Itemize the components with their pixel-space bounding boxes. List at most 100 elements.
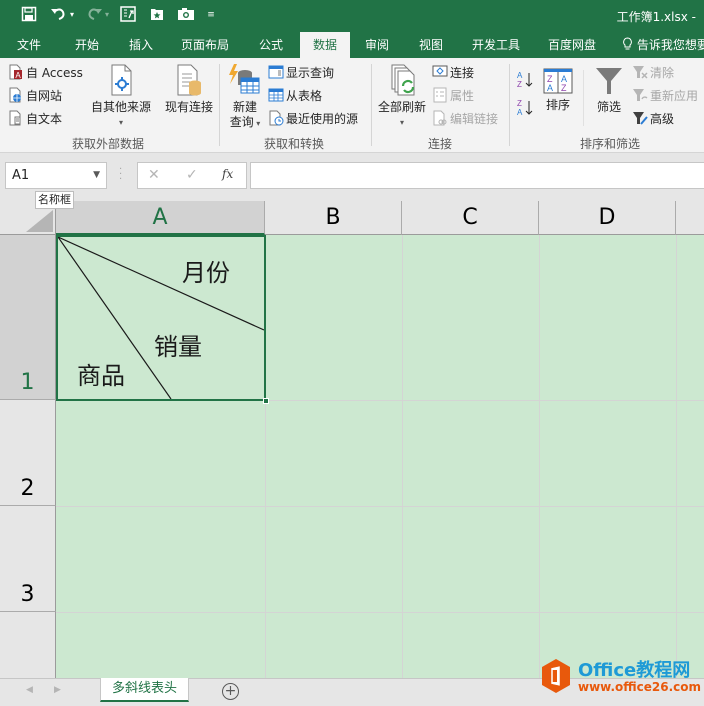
svg-text:A: A <box>517 108 523 117</box>
tab-view[interactable]: 视图 <box>410 32 452 58</box>
filter-icon <box>596 68 622 94</box>
column-header-d[interactable]: D <box>539 201 676 235</box>
sort-button[interactable]: ZAAZ 排序 <box>541 68 575 113</box>
show-queries-icon <box>268 65 284 79</box>
properties-button: 属性 <box>432 87 474 105</box>
tab-data[interactable]: 数据 <box>300 32 350 58</box>
new-query-icon <box>229 64 260 94</box>
from-text-button[interactable]: 自文本 <box>8 110 62 128</box>
ribbon-data: A自 Access 自网站 自文本 自其他来源 ▾ 现有连接 获取外部数据 新建… <box>0 58 704 153</box>
cell-a1[interactable]: 月份 销量 商品 <box>56 235 269 404</box>
tab-insert[interactable]: 插入 <box>118 32 164 58</box>
group-label-get-transform: 获取和转换 <box>264 137 325 151</box>
formula-input[interactable] <box>250 162 704 189</box>
tab-developer[interactable]: 开发工具 <box>464 32 528 58</box>
sort-az-icon: AZ <box>517 71 533 89</box>
camera-icon[interactable] <box>177 6 195 24</box>
tell-me-search[interactable]: 告诉我您想要 <box>622 32 704 58</box>
from-other-sources-button[interactable]: 自其他来源 ▾ <box>90 64 152 130</box>
svg-text:Z: Z <box>517 99 522 108</box>
column-header-a[interactable]: A <box>56 201 265 235</box>
recent-sources-button[interactable]: 最近使用的源 <box>268 110 358 128</box>
from-access-button[interactable]: A自 Access <box>8 64 83 82</box>
svg-text:Z: Z <box>561 83 567 93</box>
group-label-connections: 连接 <box>428 137 453 151</box>
other-sources-icon <box>111 64 132 96</box>
lightbulb-icon <box>623 37 632 50</box>
properties-icon <box>433 87 447 103</box>
insert-function-icon[interactable]: fx <box>222 167 233 181</box>
row-header-1[interactable]: 1 <box>0 235 56 400</box>
connections-button[interactable]: 连接 <box>432 64 474 82</box>
undo-dropdown-icon[interactable]: ▾ <box>68 6 76 24</box>
ribbon-tabs: 文件 开始 插入 页面布局 公式 数据 审阅 视图 开发工具 百度网盘 告诉我您… <box>0 32 704 58</box>
name-box[interactable]: A1 ▼ <box>5 162 107 189</box>
dropdown-arrow-icon: ▾ <box>253 119 261 128</box>
new-query-button[interactable]: 新建 查询 ▾ <box>224 64 266 131</box>
enter-icon[interactable]: ✓ <box>186 167 198 183</box>
refresh-all-button[interactable]: 全部刷新 ▾ <box>376 64 428 130</box>
formula-bar: A1 ▼ · · · ✕ ✓ fx <box>0 153 704 201</box>
tell-me-text: 告诉我您想要 <box>636 38 704 52</box>
text-file-icon <box>9 110 21 126</box>
svg-text:Z: Z <box>517 80 522 89</box>
row-header-3[interactable]: 3 <box>0 506 56 612</box>
clear-filter-icon <box>633 66 648 79</box>
scroll-left-icon[interactable]: ◀ <box>26 685 33 695</box>
edit-links-icon <box>433 110 447 126</box>
customize-qat-icon[interactable]: ≡ <box>206 6 216 24</box>
column-header-c[interactable]: C <box>402 201 539 235</box>
dropdown-arrow-icon: ▾ <box>399 118 404 127</box>
cancel-icon[interactable]: ✕ <box>148 167 160 183</box>
redo-icon <box>85 6 103 24</box>
header-label-product: 商品 <box>77 362 125 390</box>
group-separator <box>509 64 510 146</box>
save-icon[interactable] <box>20 6 38 24</box>
filter-button[interactable]: 筛选 <box>592 66 626 115</box>
svg-text:A: A <box>517 71 523 80</box>
from-table-button[interactable]: 从表格 <box>268 87 322 105</box>
window-title: 工作簿1.xlsx - <box>616 10 696 24</box>
name-box-dropdown-icon[interactable]: ▼ <box>93 163 100 188</box>
title-bar: ▾ ▾ ≡ 工作簿1.xlsx - <box>0 0 704 32</box>
favorite-icon[interactable] <box>148 6 166 24</box>
row-header-2[interactable]: 2 <box>0 400 56 506</box>
undo-icon[interactable] <box>50 6 68 24</box>
sort-z-to-a-button[interactable]: ZA <box>516 98 536 118</box>
reapply-button: 重新应用 <box>632 87 698 105</box>
header-label-month: 月份 <box>182 259 230 287</box>
tab-home[interactable]: 开始 <box>64 32 110 58</box>
tab-file[interactable]: 文件 <box>8 32 50 58</box>
sort-dialog-icon: ZAAZ <box>543 68 573 94</box>
form-icon[interactable] <box>119 6 137 24</box>
fill-handle[interactable] <box>263 398 269 404</box>
sort-za-icon: ZA <box>517 99 533 117</box>
show-queries-button[interactable]: 显示查询 <box>268 64 334 82</box>
sort-a-to-z-button[interactable]: AZ <box>516 70 536 90</box>
tab-formulas[interactable]: 公式 <box>250 32 292 58</box>
clear-filter-button: 清除 <box>632 64 674 82</box>
office-logo-icon <box>542 659 570 693</box>
from-web-button[interactable]: 自网站 <box>8 87 62 105</box>
name-box-tooltip: 名称框 <box>35 191 74 209</box>
formula-bar-resize-handle[interactable]: · · · <box>119 165 122 185</box>
row-header-4[interactable] <box>0 612 56 678</box>
watermark: Office教程网 www.office26.com <box>540 656 704 702</box>
group-separator <box>583 70 584 126</box>
tab-page-layout[interactable]: 页面布局 <box>172 32 238 58</box>
column-header-b[interactable]: B <box>265 201 402 235</box>
tab-baidu-netdisk[interactable]: 百度网盘 <box>540 32 604 58</box>
advanced-filter-button[interactable]: 高级 <box>632 110 674 128</box>
scroll-right-icon[interactable]: ▶ <box>54 685 61 695</box>
column-header-e[interactable] <box>676 201 704 235</box>
add-sheet-button[interactable]: + <box>222 683 239 700</box>
advanced-filter-icon <box>633 112 648 125</box>
group-separator <box>219 64 220 146</box>
access-file-icon: A <box>9 64 22 80</box>
cell-area[interactable]: 月份 销量 商品 <box>56 235 704 678</box>
dropdown-arrow-icon: ▾ <box>118 118 123 127</box>
existing-connections-button[interactable]: 现有连接 <box>162 64 216 115</box>
tab-review[interactable]: 审阅 <box>356 32 398 58</box>
svg-text:A: A <box>547 83 553 93</box>
sheet-tab-active[interactable]: 多斜线表头 <box>100 678 189 702</box>
